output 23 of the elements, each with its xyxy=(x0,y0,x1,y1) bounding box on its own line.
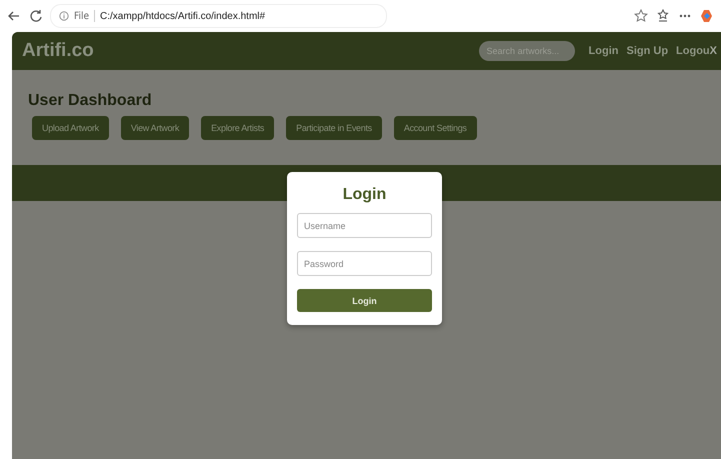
dashboard-button[interactable]: Explore Artists xyxy=(201,116,274,140)
favorites-icon[interactable] xyxy=(655,8,671,24)
url-text: C:/xampp/htdocs/Artifi.co/index.html# xyxy=(100,10,266,22)
address-bar[interactable]: File C:/xampp/htdocs/Artifi.co/index.html# xyxy=(50,4,387,28)
star-icon[interactable] xyxy=(633,8,649,24)
reload-icon[interactable] xyxy=(28,8,44,24)
site-logo[interactable]: Artifi.co xyxy=(22,40,94,62)
dashboard-button[interactable]: Account Settings xyxy=(394,116,477,140)
input-field[interactable]: Password xyxy=(297,251,432,276)
dashboard-title: User Dashboard xyxy=(28,92,153,110)
nav-link[interactable]: Login xyxy=(588,45,618,57)
scheme-label: File xyxy=(74,10,89,22)
info-icon xyxy=(59,11,69,21)
dashboard-button[interactable]: Upload Artwork xyxy=(32,116,109,140)
close-button[interactable]: X xyxy=(710,45,717,57)
dashboard-button[interactable]: Participate in Events xyxy=(286,116,382,140)
nav-link[interactable]: Logou xyxy=(676,45,710,57)
login-button[interactable]: Login xyxy=(297,289,432,312)
input-field[interactable]: Username xyxy=(297,213,432,238)
dashboard-button[interactable]: View Artwork xyxy=(120,116,190,140)
dialog-title: Login xyxy=(342,186,388,204)
copilot-icon[interactable] xyxy=(699,8,715,24)
nav-link[interactable]: Sign Up xyxy=(626,45,668,57)
